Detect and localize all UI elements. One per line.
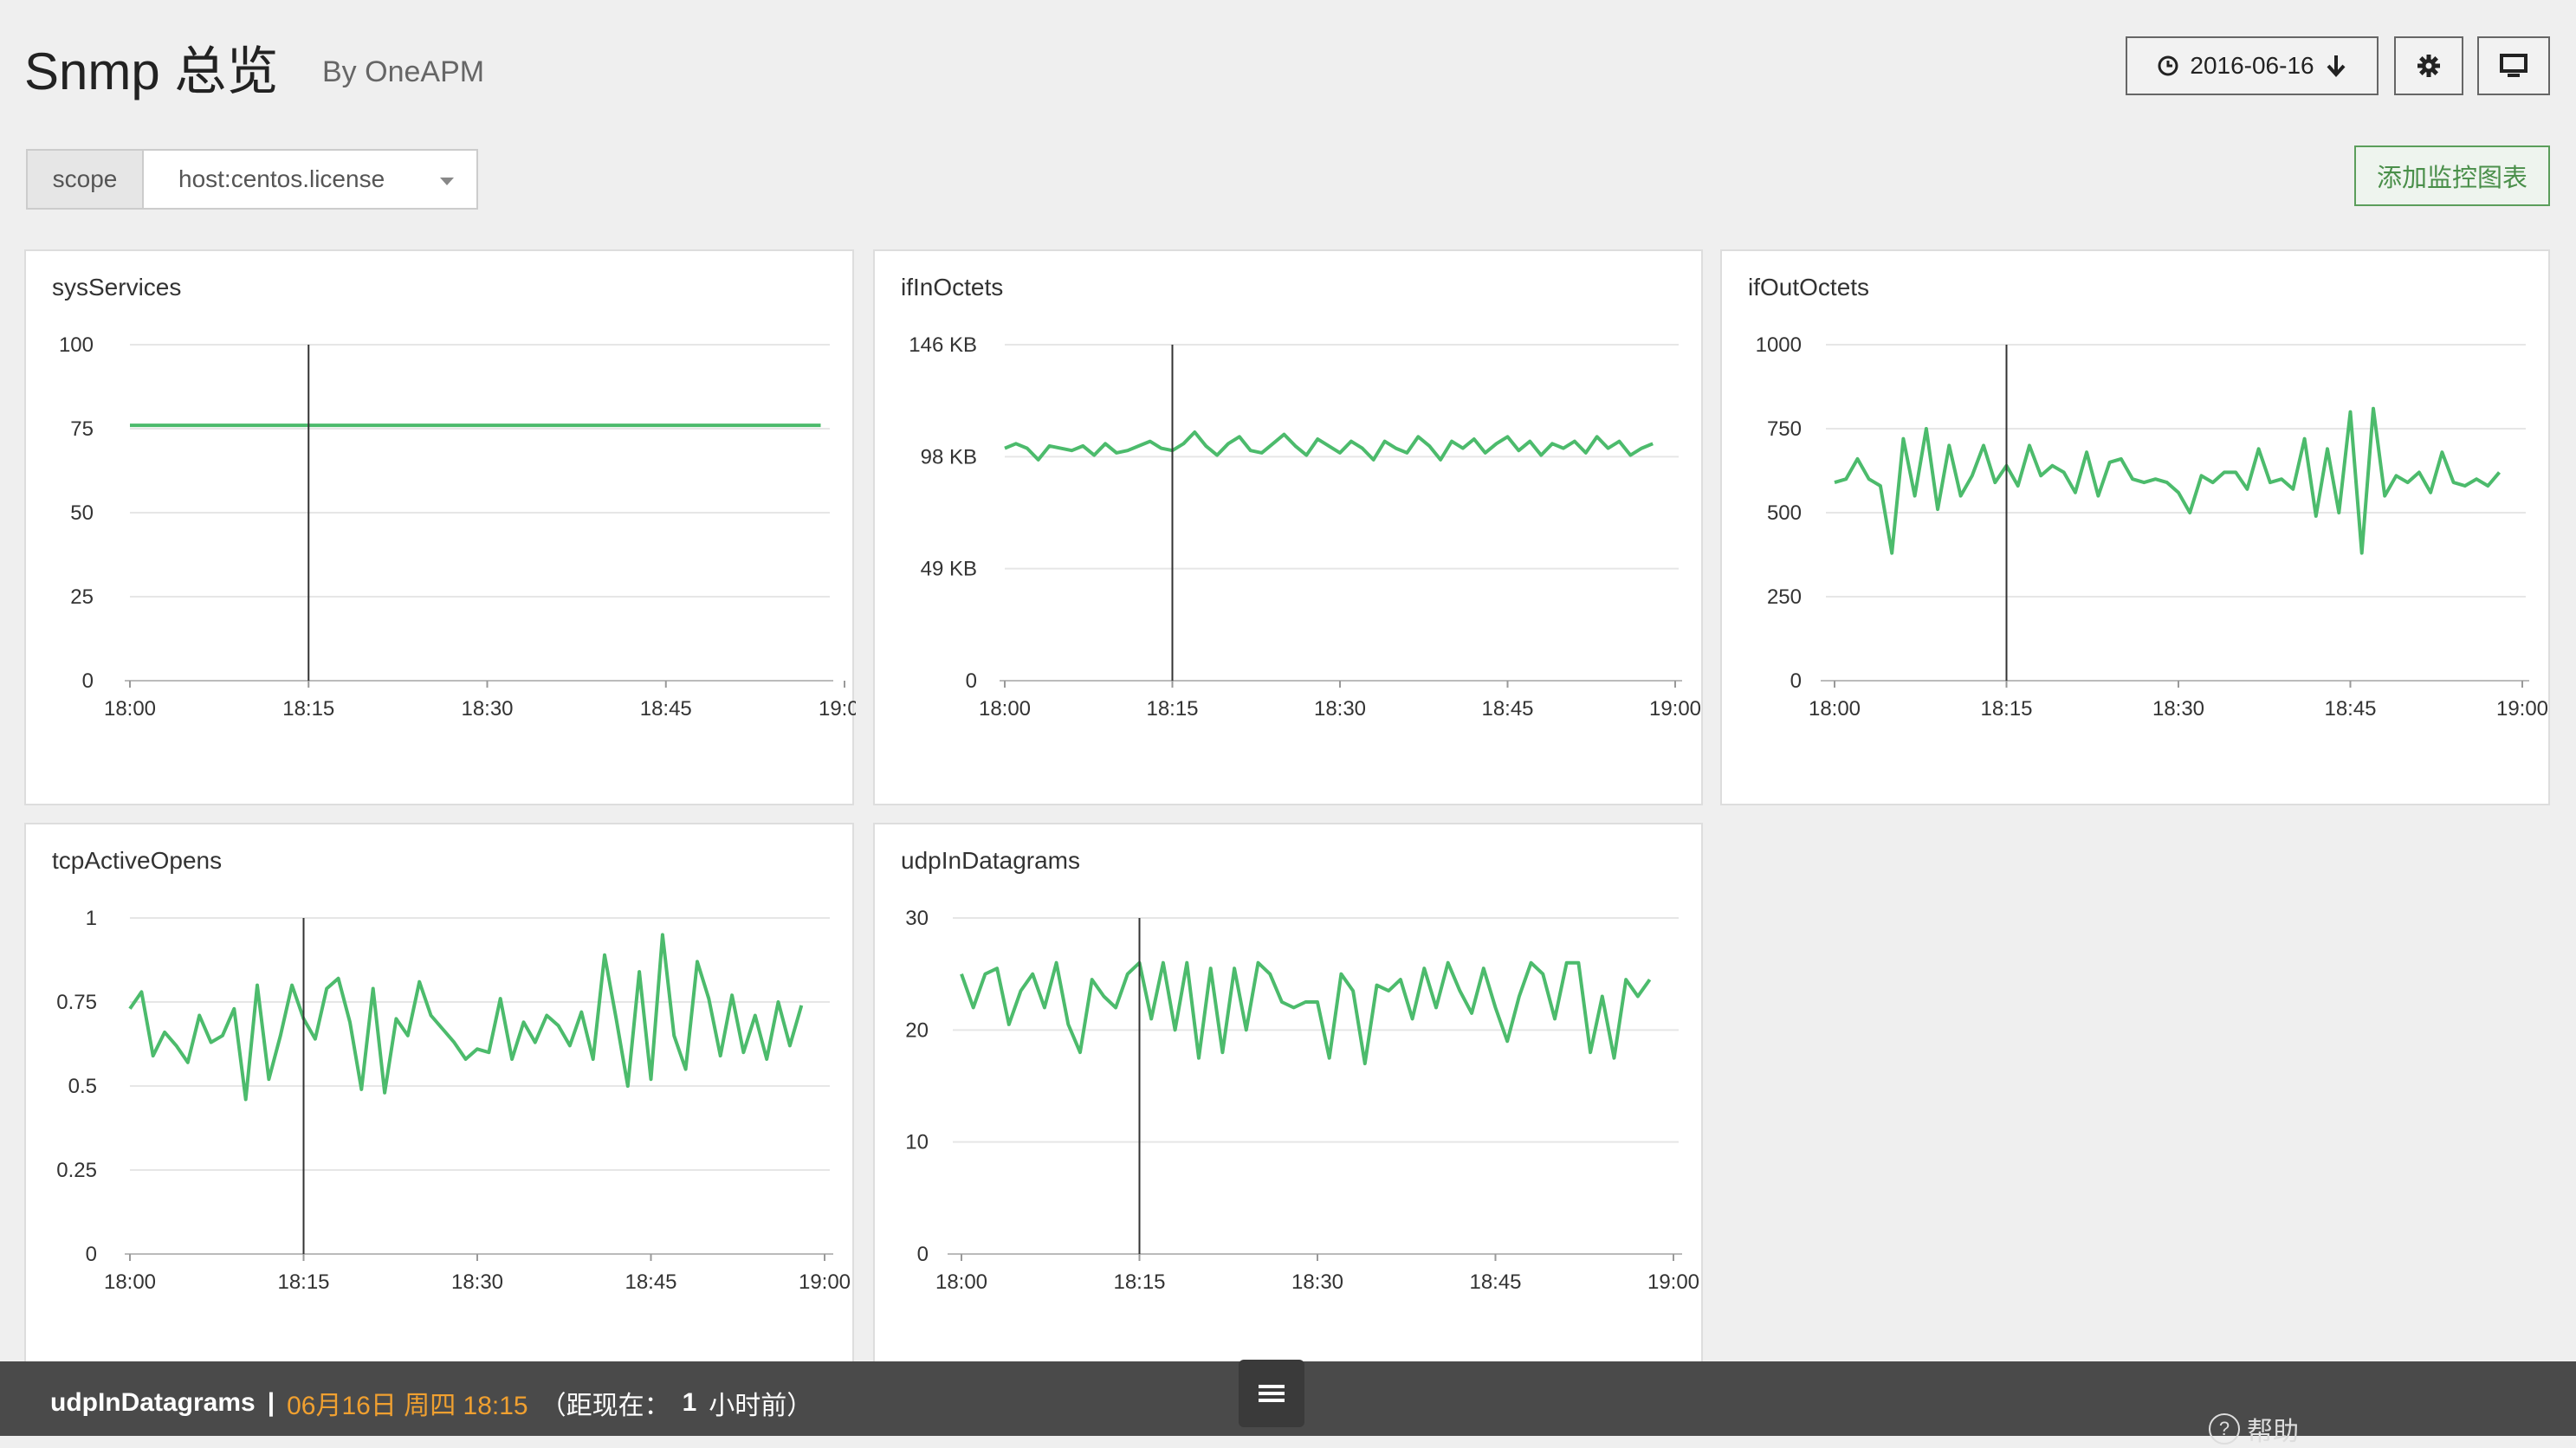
display-mode-button[interactable]: [2477, 36, 2550, 95]
y-tick-label: 50: [70, 501, 94, 525]
chart-panel-ifoutoctets: ifOutOctets 1000 750 500 250 0 18:00 18:15 18:3…: [1720, 249, 2550, 805]
chart-panel-tcpactiveopens: tcpActiveOpens 1 0.75 0.5 0.25 0 18:00 18:15 18…: [24, 823, 854, 1394]
chart-svg[interactable]: 30 20 10 0 18:00 18:15 18:30 18:45 19:00: [875, 824, 1705, 1396]
x-tick-label: 18:45: [640, 697, 692, 721]
x-tick-label: 18:15: [1146, 697, 1198, 721]
x-tick-label: 18:00: [935, 1270, 987, 1294]
status-series: udpInDatagrams: [50, 1388, 256, 1417]
page-subtitle: By OneAPM: [322, 55, 485, 88]
question-icon: ?: [2209, 1413, 2240, 1445]
x-tick-label: 18:15: [282, 697, 334, 721]
x-tick-label: 19:00: [819, 697, 856, 721]
scope-filter: scope host:centos.license: [26, 149, 478, 210]
chart-svg[interactable]: 100 75 50 25 0 18:00 18:15 18:30 18:45 19:00: [26, 251, 856, 807]
y-tick-label: 49 KB: [921, 558, 977, 581]
x-tick-label: 18:15: [1980, 697, 2032, 721]
y-tick-label: 30: [905, 907, 929, 930]
x-tick-label: 18:45: [1469, 1270, 1521, 1294]
y-tick-label: 750: [1767, 417, 1802, 441]
x-tick-label: 19:00: [1647, 1270, 1699, 1294]
monitor-icon: [2500, 54, 2527, 77]
x-tick-label: 18:30: [1314, 697, 1366, 721]
chart-panel-ifinoctets: ifInOctets 146 KB 98 KB 49 KB 0 18:00 18:15 18…: [873, 249, 1703, 805]
chevron-down-icon: [440, 178, 454, 185]
y-tick-label: 20: [905, 1018, 929, 1042]
scope-value: host:centos.license: [178, 165, 385, 192]
x-tick-label: 19:00: [799, 1270, 851, 1294]
series-line: [1834, 406, 2502, 555]
x-tick-label: 18:30: [1291, 1270, 1343, 1294]
x-tick-label: 19:00: [2496, 697, 2548, 721]
y-tick-label: 0.5: [68, 1075, 97, 1098]
help-link[interactable]: ? 帮助: [2209, 1410, 2299, 1448]
x-tick-label: 18:00: [104, 1270, 156, 1294]
x-tick-label: 18:15: [277, 1270, 329, 1294]
x-tick-label: 18:45: [625, 1270, 676, 1294]
x-tick-label: 18:00: [104, 697, 156, 721]
help-label: 帮助: [2247, 1418, 2299, 1446]
status-date: 06月16日 周四 18:15: [287, 1392, 528, 1420]
gear-icon: [2417, 55, 2440, 77]
y-tick-label: 25: [70, 585, 94, 609]
x-tick-label: 18:30: [2152, 697, 2204, 721]
x-tick-label: 18:15: [1113, 1270, 1165, 1294]
date-label: 2016-06-16: [2190, 52, 2314, 79]
scope-select[interactable]: host:centos.license: [144, 151, 476, 208]
series-line: [128, 933, 804, 1102]
chart-svg[interactable]: 1000 750 500 250 0 18:00 18:15 18:30 18:45 19:00: [1722, 251, 2552, 807]
y-tick-label: 98 KB: [921, 445, 977, 469]
y-tick-label: 10: [905, 1131, 929, 1154]
status-distance-value: 1: [682, 1388, 697, 1417]
x-tick-label: 18:45: [1481, 697, 1533, 721]
series-line: [960, 960, 1652, 1066]
date-picker-button[interactable]: 2016-06-16: [2126, 36, 2379, 95]
y-tick-label: 0: [86, 1243, 97, 1266]
status-distance-prefix: （距现在：: [540, 1392, 670, 1420]
y-tick-label: 1: [86, 907, 97, 930]
chart-svg[interactable]: 146 KB 98 KB 49 KB 018:00 18:15 18:30 18:45 19:…: [875, 251, 1705, 807]
hamburger-icon: [1259, 1385, 1285, 1402]
add-chart-button[interactable]: 添加监控图表: [2354, 145, 2550, 206]
status-separator: |: [267, 1388, 275, 1417]
clock-icon: [2158, 55, 2178, 76]
settings-button[interactable]: [2394, 36, 2463, 95]
y-tick-label: 0: [917, 1243, 929, 1266]
scope-label: scope: [28, 151, 144, 208]
series-line: [1004, 430, 1654, 462]
status-info: udpInDatagrams | 06月16日 周四 18:15 （距现在： 1…: [50, 1384, 812, 1422]
x-tick-label: 18:30: [451, 1270, 503, 1294]
y-tick-label: 146 KB: [909, 333, 977, 357]
chart-panel-udpindatagrams: udpInDatagrams 30 20 10 0 18:00 18:15 18:30 18:…: [873, 823, 1703, 1394]
x-tick-label: 18:00: [979, 697, 1031, 721]
y-tick-label: 250: [1767, 585, 1802, 609]
y-tick-label: 100: [59, 333, 94, 357]
x-tick-label: 18:30: [461, 697, 513, 721]
y-tick-label: 500: [1767, 501, 1802, 525]
chart-panel-sysservices: sysServices 100 75 50 25 0 18:00 18:15 18:30 18:…: [24, 249, 856, 807]
x-tick-label: 18:45: [2324, 697, 2376, 721]
menu-toggle-button[interactable]: [1239, 1360, 1304, 1427]
y-tick-label: 1000: [1756, 333, 1802, 357]
y-tick-label: 75: [70, 417, 94, 441]
y-tick-label: 0: [82, 669, 94, 693]
arrow-down-icon: [2327, 55, 2346, 77]
page-title: Snmp 总览: [24, 42, 279, 100]
y-tick-label: 0.75: [56, 991, 97, 1014]
chart-svg[interactable]: 1 0.75 0.5 0.25 0 18:00 18:15 18:30 18:45 19:00: [26, 824, 856, 1396]
y-tick-label: 0: [966, 669, 977, 693]
status-distance-suffix: 小时前）: [709, 1392, 813, 1420]
x-tick-label: 19:00: [1649, 697, 1701, 721]
x-tick-label: 18:00: [1809, 697, 1861, 721]
y-tick-label: 0.25: [56, 1159, 97, 1182]
y-tick-label: 0: [1790, 669, 1802, 693]
